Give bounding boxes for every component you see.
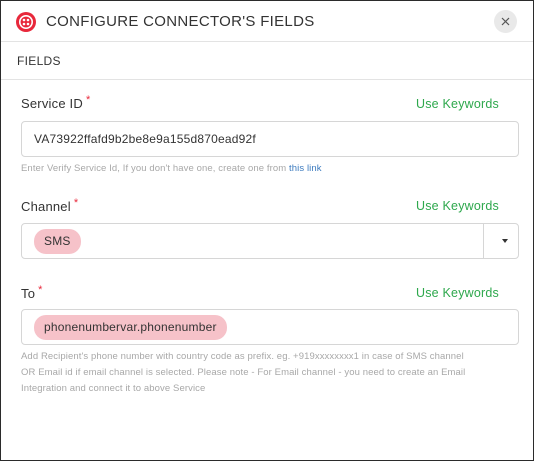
section-label: FIELDS xyxy=(17,54,61,68)
channel-label-text: Channel xyxy=(21,199,71,214)
required-marker: * xyxy=(73,197,79,209)
service-id-value: VA73922ffafd9b2be8e9a155d870ead92f xyxy=(34,132,256,146)
to-help-line: OR Email id if email channel is selected… xyxy=(21,367,466,378)
channel-use-keywords-link[interactable]: Use Keywords xyxy=(416,199,499,213)
close-icon xyxy=(501,17,510,26)
to-help-line: Add Recipient's phone number with countr… xyxy=(21,351,464,362)
service-id-use-keywords-link[interactable]: Use Keywords xyxy=(416,97,499,111)
create-service-link[interactable]: this link xyxy=(289,163,322,174)
to-label: To * xyxy=(21,284,43,301)
select-divider xyxy=(483,224,484,258)
to-use-keywords-link[interactable]: Use Keywords xyxy=(416,286,499,300)
channel-selected-chip[interactable]: SMS xyxy=(34,229,81,254)
to-label-text: To xyxy=(21,286,36,301)
service-id-input[interactable]: VA73922ffafd9b2be8e9a155d870ead92f xyxy=(21,121,519,157)
required-marker: * xyxy=(85,94,91,106)
channel-label: Channel * xyxy=(21,197,79,214)
close-button[interactable] xyxy=(494,10,517,33)
service-id-label: Service ID * xyxy=(21,94,91,111)
twilio-logo-icon xyxy=(16,12,36,32)
configure-connector-dialog: CONFIGURE CONNECTOR'S FIELDS FIELDS Serv… xyxy=(0,0,534,461)
dialog-title: CONFIGURE CONNECTOR'S FIELDS xyxy=(46,13,315,30)
dialog-header: CONFIGURE CONNECTOR'S FIELDS xyxy=(1,1,533,42)
channel-select[interactable]: SMS xyxy=(21,223,519,259)
caret-down-icon[interactable] xyxy=(502,239,508,243)
service-id-help-body: Enter Verify Service Id, If you don't ha… xyxy=(21,163,290,174)
required-marker: * xyxy=(38,284,43,296)
fields-section-header: FIELDS xyxy=(1,42,533,80)
to-value-chip[interactable]: phonenumbervar.phonenumber xyxy=(34,315,227,340)
service-id-help-text: Enter Verify Service Id, If you don't ha… xyxy=(21,161,322,177)
to-help-line: Integration and connect it to above Serv… xyxy=(21,383,206,394)
service-id-label-text: Service ID xyxy=(21,96,83,111)
to-help-text: Add Recipient's phone number with countr… xyxy=(21,349,521,397)
to-input[interactable]: phonenumbervar.phonenumber xyxy=(21,309,519,345)
